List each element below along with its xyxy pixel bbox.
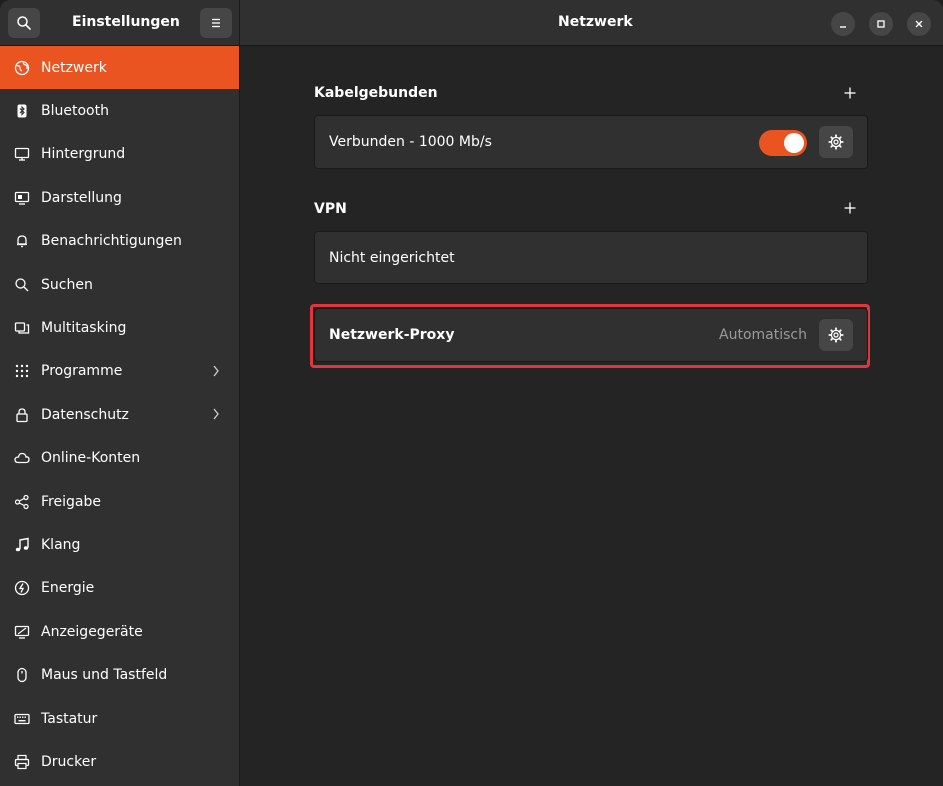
sidebar-item-label: Datenschutz <box>41 406 129 423</box>
sidebar-item-label: Netzwerk <box>41 59 107 76</box>
wired-section-title: Kabelgebunden <box>314 85 438 101</box>
settings-window: Einstellungen Netzwerk Netzwerk Bluetoot… <box>0 0 943 786</box>
sidebar-item-suchen[interactable]: Suchen <box>0 263 239 306</box>
sidebar-item-maus-und-tastfeld[interactable]: Maus und Tastfeld <box>0 653 239 696</box>
add-vpn-button[interactable] <box>840 198 860 218</box>
proxy-settings-button[interactable] <box>819 319 853 351</box>
proxy-title: Netzwerk-Proxy <box>329 327 455 343</box>
sidebar-item-label: Tastatur <box>41 710 98 727</box>
background-icon <box>14 146 30 162</box>
sidebar-title: Einstellungen <box>72 14 180 30</box>
plus-icon <box>844 202 856 214</box>
hamburger-menu-icon <box>212 18 220 28</box>
sidebar-item-label: Darstellung <box>41 189 122 206</box>
apps-grid-icon <box>14 363 30 379</box>
proxy-row[interactable]: Netzwerk-Proxy Automatisch <box>314 308 868 362</box>
wired-status: Verbunden - 1000 Mb/s <box>329 134 492 150</box>
sidebar-item-label: Programme <box>41 363 123 380</box>
minimize-icon <box>840 26 846 28</box>
sidebar-item-hintergrund[interactable]: Hintergrund <box>0 133 239 176</box>
sidebar-item-label: Multitasking <box>41 320 127 337</box>
content-header: Netzwerk <box>240 0 943 46</box>
sidebar-item-drucker[interactable]: Drucker <box>0 740 239 783</box>
vpn-row: Nicht eingerichtet <box>314 231 868 284</box>
network-icon <box>14 60 30 76</box>
gear-icon <box>828 134 844 150</box>
close-button[interactable] <box>907 12 931 36</box>
sidebar: Netzwerk Bluetooth Hintergrund Darstellu… <box>0 46 240 786</box>
sidebar-item-label: Bluetooth <box>41 103 109 120</box>
chevron-right-icon <box>213 365 219 377</box>
search-icon <box>17 16 31 30</box>
network-panel: Kabelgebunden Verbunden - 1000 Mb/s VPN … <box>240 46 943 786</box>
sidebar-item-label: Drucker <box>41 753 97 770</box>
add-wired-button[interactable] <box>840 83 860 103</box>
sidebar-item-freigabe[interactable]: Freigabe <box>0 480 239 523</box>
sidebar-item-label: Energie <box>41 580 95 597</box>
sidebar-item-label: Hintergrund <box>41 146 126 163</box>
maximize-button[interactable] <box>869 12 893 36</box>
sidebar-item-label: Freigabe <box>41 493 101 510</box>
printer-icon <box>14 754 30 770</box>
search-icon <box>14 277 30 293</box>
power-icon <box>14 580 30 596</box>
sidebar-item-label: Anzeigegeräte <box>41 623 143 640</box>
sidebar-item-tastatur[interactable]: Tastatur <box>0 697 239 740</box>
sidebar-item-label: Suchen <box>41 276 93 293</box>
sidebar-item-netzwerk[interactable]: Netzwerk <box>0 46 239 90</box>
page-title: Netzwerk <box>558 14 633 30</box>
sidebar-item-anzeigegeraete[interactable]: Anzeigegeräte <box>0 610 239 653</box>
display-icon <box>14 624 30 640</box>
multitasking-icon <box>14 320 30 336</box>
close-icon <box>915 20 923 28</box>
search-button[interactable] <box>8 8 40 38</box>
minimize-button[interactable] <box>831 12 855 36</box>
share-icon <box>14 494 30 510</box>
keyboard-icon <box>14 711 30 727</box>
proxy-status: Automatisch <box>719 327 807 343</box>
sidebar-item-darstellung[interactable]: Darstellung <box>0 176 239 219</box>
chevron-right-icon <box>213 408 219 420</box>
lock-icon <box>14 407 30 423</box>
bell-icon <box>14 233 30 249</box>
wired-settings-button[interactable] <box>819 126 853 158</box>
main-menu-button[interactable] <box>200 8 232 38</box>
sidebar-item-online-konten[interactable]: Online-Konten <box>0 437 239 480</box>
wired-toggle[interactable] <box>759 130 807 156</box>
sidebar-item-klang[interactable]: Klang <box>0 523 239 566</box>
toggle-knob <box>784 133 804 153</box>
appearance-icon <box>14 190 30 206</box>
vpn-status: Nicht eingerichtet <box>329 249 455 266</box>
sidebar-item-programme[interactable]: Programme <box>0 350 239 393</box>
vpn-section-title: VPN <box>314 201 347 217</box>
mouse-icon <box>14 667 30 683</box>
plus-icon <box>844 87 856 99</box>
sidebar-item-benachrichtigungen[interactable]: Benachrichtigungen <box>0 220 239 263</box>
sidebar-item-label: Maus und Tastfeld <box>41 667 168 684</box>
sidebar-item-label: Benachrichtigungen <box>41 233 182 250</box>
sidebar-item-label: Online-Konten <box>41 450 141 467</box>
sidebar-item-datenschutz[interactable]: Datenschutz <box>0 393 239 436</box>
sidebar-item-bluetooth[interactable]: Bluetooth <box>0 89 239 132</box>
sidebar-item-energie[interactable]: Energie <box>0 567 239 610</box>
sidebar-item-multitasking[interactable]: Multitasking <box>0 306 239 349</box>
sidebar-header: Einstellungen <box>0 0 240 46</box>
sidebar-item-label: Klang <box>41 536 81 553</box>
music-note-icon <box>14 537 30 553</box>
maximize-icon <box>877 20 885 28</box>
gear-icon <box>828 327 844 343</box>
wired-connection-row: Verbunden - 1000 Mb/s <box>314 115 868 169</box>
bluetooth-icon <box>14 103 30 119</box>
header-bar: Einstellungen Netzwerk <box>0 0 943 46</box>
cloud-icon <box>14 450 30 466</box>
